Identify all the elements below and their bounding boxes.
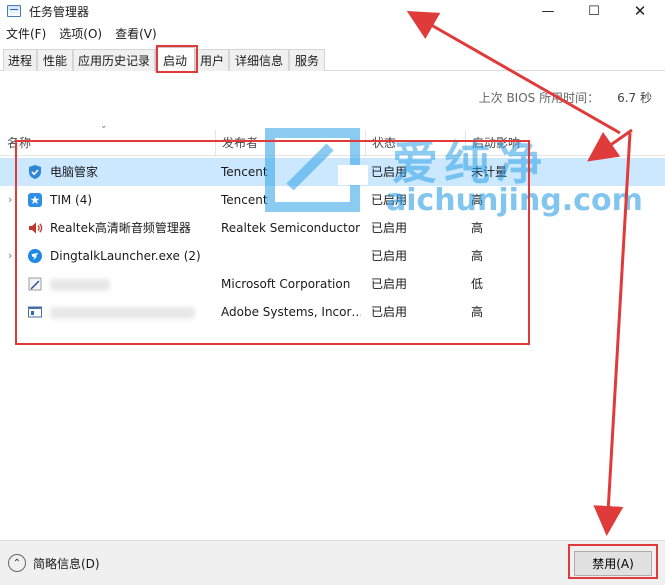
expand-chevron-icon[interactable]: ›	[8, 186, 12, 214]
startup-item-impact: 未计量	[471, 165, 508, 179]
startup-item-name: Realtek高清晰音频管理器	[50, 221, 191, 235]
startup-item-status: 已启用	[371, 277, 408, 291]
startup-item-publisher: Tencent	[221, 193, 268, 207]
startup-item-name: 电脑管家	[50, 165, 99, 179]
startup-item-status: 已启用	[371, 165, 408, 179]
dingtalk-icon	[28, 249, 42, 263]
maximize-button[interactable]: ☐	[572, 0, 616, 22]
close-button[interactable]: ✕	[618, 0, 662, 22]
startup-item-impact: 高	[471, 193, 484, 207]
table-row[interactable]: › DingtalkLauncher.exe (2) 已启用 高	[0, 242, 665, 270]
table-row[interactable]: 电脑管家 Tencent 已启用 未计量	[0, 158, 665, 186]
column-header-publisher[interactable]: 发布者	[215, 130, 365, 156]
pen-icon	[28, 277, 42, 291]
startup-item-publisher: Microsoft Corporation	[221, 277, 351, 291]
tab-app-history[interactable]: 应用历史记录	[73, 49, 155, 71]
startup-item-status: 已启用	[371, 305, 408, 319]
tab-bar: 进程 性能 应用历史记录 启动 用户 详细信息 服务	[0, 47, 665, 72]
bios-time-label: 上次 BIOS 所用时间：	[478, 91, 600, 105]
task-manager-icon	[7, 5, 21, 17]
tab-details[interactable]: 详细信息	[229, 49, 289, 71]
startup-item-impact: 低	[471, 277, 484, 291]
redacted-name	[50, 307, 195, 319]
speaker-icon	[29, 222, 43, 234]
table-row[interactable]: › TIM (4) Tencent 已启用 高	[0, 186, 665, 214]
minimize-button[interactable]: —	[526, 0, 570, 22]
window-title: 任务管理器	[29, 4, 90, 19]
startup-item-impact: 高	[471, 305, 484, 319]
shield-icon	[29, 165, 41, 179]
menu-file[interactable]: 文件(F)	[6, 25, 46, 42]
table-row[interactable]: Realtek高清晰音频管理器 Realtek Semiconductor 已启…	[0, 214, 665, 242]
tab-performance[interactable]: 性能	[37, 49, 73, 71]
expand-chevron-icon[interactable]: ›	[8, 242, 12, 270]
startup-item-publisher: Adobe Systems, Incor…	[221, 305, 361, 319]
column-header-name[interactable]: 名称	[0, 130, 215, 156]
startup-item-status: 已启用	[371, 249, 408, 263]
tab-startup[interactable]: 启动	[155, 47, 195, 72]
startup-item-name: DingtalkLauncher.exe (2)	[50, 249, 201, 263]
startup-item-publisher	[221, 242, 361, 270]
chevron-up-icon[interactable]: ⌃	[8, 554, 26, 572]
column-header-row: 名称 发布者 状态 启动影响	[0, 130, 665, 156]
footer-bar: ⌃ 简略信息(D) 禁用(A)	[0, 540, 665, 585]
redacted-name	[50, 279, 110, 291]
menu-bar: 文件(F) 选项(O) 查看(V)	[0, 22, 665, 44]
startup-item-status: 已启用	[371, 193, 408, 207]
disable-button[interactable]: 禁用(A)	[574, 551, 652, 576]
table-row[interactable]: Adobe Systems, Incor… 已启用 高	[0, 298, 665, 326]
bios-time-value: 6.7 秒	[617, 91, 652, 105]
startup-item-publisher: Realtek Semiconductor	[221, 221, 361, 235]
tab-users[interactable]: 用户	[195, 49, 229, 71]
startup-item-impact: 高	[471, 249, 484, 263]
menu-view[interactable]: 查看(V)	[115, 25, 157, 42]
tab-processes[interactable]: 进程	[3, 49, 37, 71]
startup-item-impact: 高	[471, 221, 484, 235]
menu-options[interactable]: 选项(O)	[59, 25, 102, 42]
table-row[interactable]: Microsoft Corporation 已启用 低	[0, 270, 665, 298]
startup-item-status: 已启用	[371, 221, 408, 235]
startup-item-name: TIM (4)	[50, 193, 93, 207]
fewer-details-link[interactable]: 简略信息(D)	[33, 555, 100, 572]
column-header-status[interactable]: 状态	[365, 130, 465, 156]
app-window-icon	[28, 306, 42, 318]
column-header-impact[interactable]: 启动影响	[465, 130, 665, 156]
tim-icon	[28, 193, 42, 207]
tab-services[interactable]: 服务	[289, 49, 325, 71]
last-bios-time: 上次 BIOS 所用时间： 6.7 秒	[479, 89, 652, 106]
startup-item-publisher: Tencent	[221, 165, 268, 179]
